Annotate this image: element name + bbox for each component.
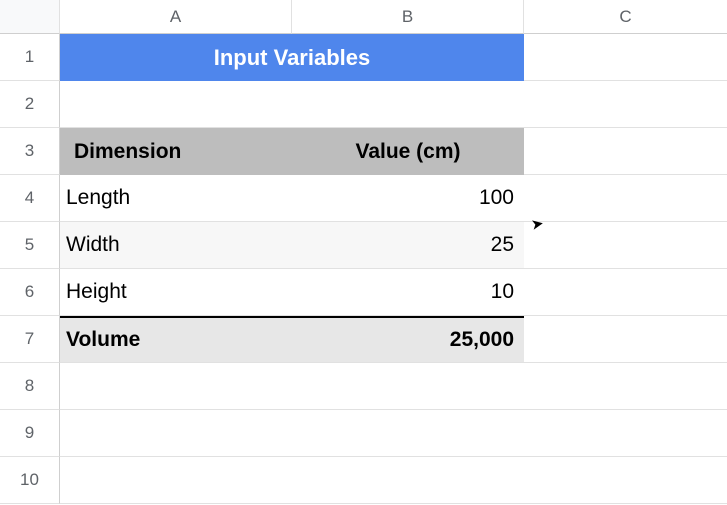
- row-header-10[interactable]: 10: [0, 457, 60, 504]
- cell-b2[interactable]: [292, 81, 524, 128]
- select-all-corner[interactable]: [0, 0, 60, 34]
- cell-head-dimension[interactable]: Dimension: [60, 128, 292, 175]
- row-header-9[interactable]: 9: [0, 410, 60, 457]
- cell-width-label[interactable]: Width: [60, 222, 292, 269]
- cell-c4[interactable]: [524, 175, 727, 222]
- cell-a9[interactable]: [60, 410, 292, 457]
- cell-c10[interactable]: [524, 457, 727, 504]
- cell-c5[interactable]: [524, 222, 727, 269]
- row-header-3[interactable]: 3: [0, 128, 60, 175]
- spreadsheet-grid: A B C 1 Input Variables 2 3 Dimension Va…: [0, 0, 727, 504]
- row-header-1[interactable]: 1: [0, 34, 60, 81]
- cell-b9[interactable]: [292, 410, 524, 457]
- cell-volume-value[interactable]: 25,000: [292, 316, 524, 363]
- row-header-7[interactable]: 7: [0, 316, 60, 363]
- cell-b8[interactable]: [292, 363, 524, 410]
- cell-a8[interactable]: [60, 363, 292, 410]
- cell-title[interactable]: Input Variables: [60, 34, 524, 81]
- row-header-8[interactable]: 8: [0, 363, 60, 410]
- cell-c2[interactable]: [524, 81, 727, 128]
- cell-c8[interactable]: [524, 363, 727, 410]
- cell-width-value[interactable]: 25: [292, 222, 524, 269]
- col-header-b[interactable]: B: [292, 0, 524, 34]
- cell-head-value[interactable]: Value (cm): [292, 128, 524, 175]
- cell-b10[interactable]: [292, 457, 524, 504]
- cell-length-label[interactable]: Length: [60, 175, 292, 222]
- cell-volume-label[interactable]: Volume: [60, 316, 292, 363]
- cell-height-value[interactable]: 10: [292, 269, 524, 316]
- cell-height-label[interactable]: Height: [60, 269, 292, 316]
- cell-length-value[interactable]: 100: [292, 175, 524, 222]
- row-header-4[interactable]: 4: [0, 175, 60, 222]
- cell-c3[interactable]: [524, 128, 727, 175]
- cell-a2[interactable]: [60, 81, 292, 128]
- cell-a10[interactable]: [60, 457, 292, 504]
- col-header-a[interactable]: A: [60, 0, 292, 34]
- cell-c1[interactable]: [524, 34, 727, 81]
- cell-c7[interactable]: [524, 316, 727, 363]
- row-header-6[interactable]: 6: [0, 269, 60, 316]
- cell-c9[interactable]: [524, 410, 727, 457]
- row-header-2[interactable]: 2: [0, 81, 60, 128]
- cell-c6[interactable]: [524, 269, 727, 316]
- row-header-5[interactable]: 5: [0, 222, 60, 269]
- col-header-c[interactable]: C: [524, 0, 727, 34]
